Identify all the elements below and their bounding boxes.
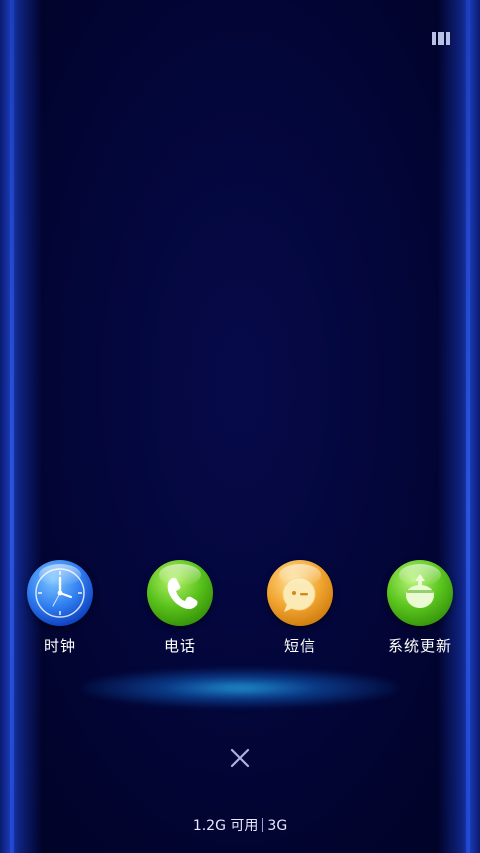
right-edge-glow — [438, 0, 480, 853]
icon-gloss — [159, 564, 201, 586]
app-label-phone: 电话 — [163, 637, 196, 655]
app-label-system-update: 系统更新 — [387, 637, 452, 655]
recent-app-row: 时钟 电话 短信 系统更新 — [0, 560, 480, 660]
recent-app-system-update[interactable]: 系统更新 — [365, 560, 475, 656]
recent-app-messages[interactable]: 短信 — [245, 560, 355, 656]
phone-icon — [147, 560, 213, 626]
icon-gloss — [399, 564, 441, 586]
memory-divider — [262, 818, 264, 832]
system-update-icon — [387, 560, 453, 626]
close-icon — [230, 748, 250, 768]
overview-bar-left — [432, 31, 436, 45]
memory-status: 1.2G 可用 3G — [0, 815, 480, 835]
app-label-messages: 短信 — [283, 637, 316, 655]
icon-gloss — [39, 564, 81, 586]
left-edge-glow — [0, 0, 42, 853]
recent-app-clock[interactable]: 时钟 — [5, 560, 115, 656]
recent-apps-screen: 时钟 电话 短信 系统更新 1.2G 可用 3G — [0, 0, 480, 853]
overview-bar-right — [446, 31, 450, 45]
message-icon — [267, 560, 333, 626]
clear-all-button[interactable] — [226, 744, 254, 772]
multi-window-overview-button[interactable] — [430, 29, 452, 47]
clock-icon — [27, 560, 93, 626]
app-label-clock: 时钟 — [43, 637, 76, 655]
memory-available: 1.2G 可用 — [192, 818, 259, 834]
memory-total: 3G — [267, 818, 288, 834]
recent-app-phone[interactable]: 电话 — [125, 560, 235, 656]
selection-glow — [80, 668, 400, 708]
icon-gloss — [279, 564, 321, 586]
overview-bar-middle — [438, 31, 444, 45]
